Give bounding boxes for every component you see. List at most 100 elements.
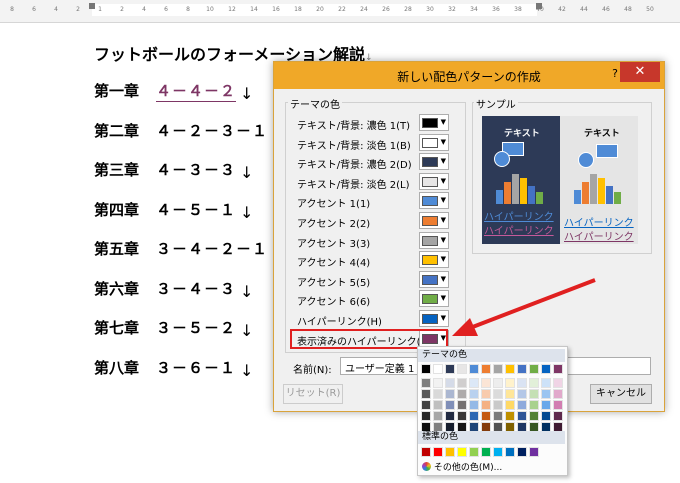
color-picker-button[interactable]: ▼ xyxy=(419,133,449,151)
theme-color-swatch[interactable] xyxy=(541,364,551,374)
theme-color-row: アクセント 5(5) ▼ xyxy=(297,270,449,289)
more-colors-item[interactable]: その他の色(M)... xyxy=(422,460,502,473)
theme-color-swatch[interactable] xyxy=(505,389,515,399)
theme-color-swatch[interactable] xyxy=(481,378,491,388)
ruler-tick: 4 xyxy=(54,6,58,13)
standard-color-swatch[interactable] xyxy=(505,447,515,457)
theme-color-swatch[interactable] xyxy=(457,400,467,410)
theme-color-swatch[interactable] xyxy=(493,400,503,410)
cancel-button[interactable]: キャンセル xyxy=(590,384,652,404)
theme-color-swatch[interactable] xyxy=(529,364,539,374)
theme-color-swatch[interactable] xyxy=(541,411,551,421)
theme-color-swatch[interactable] xyxy=(421,411,431,421)
theme-color-swatch[interactable] xyxy=(469,364,479,374)
color-picker-button[interactable]: ▼ xyxy=(419,153,449,171)
ruler-tick: 10 xyxy=(206,6,214,13)
theme-color-swatch[interactable] xyxy=(553,400,563,410)
standard-color-swatch[interactable] xyxy=(481,447,491,457)
theme-color-swatch[interactable] xyxy=(445,364,455,374)
theme-color-swatch[interactable] xyxy=(529,411,539,421)
theme-color-swatch[interactable] xyxy=(469,411,479,421)
theme-color-swatch[interactable] xyxy=(493,378,503,388)
theme-color-swatch[interactable] xyxy=(505,400,515,410)
color-swatch xyxy=(422,255,438,266)
theme-color-swatch[interactable] xyxy=(517,389,527,399)
color-picker-button[interactable]: ▼ xyxy=(419,192,449,210)
theme-color-swatch[interactable] xyxy=(433,400,443,410)
theme-color-swatch[interactable] xyxy=(517,378,527,388)
standard-color-swatch[interactable] xyxy=(469,447,479,457)
theme-color-swatch[interactable] xyxy=(433,389,443,399)
theme-color-swatch[interactable] xyxy=(433,364,443,374)
theme-color-label: テキスト/背景: 濃色 2(D) xyxy=(297,160,412,172)
color-swatch xyxy=(422,216,438,226)
theme-color-swatch[interactable] xyxy=(541,400,551,410)
theme-color-swatch[interactable] xyxy=(445,378,455,388)
ruler-tick: 8 xyxy=(186,6,190,13)
theme-color-swatch[interactable] xyxy=(553,378,563,388)
theme-color-swatch[interactable] xyxy=(421,389,431,399)
name-input[interactable]: ユーザー定義 1 xyxy=(340,357,420,375)
chapter-label: 第四章 xyxy=(94,200,140,219)
standard-color-swatch[interactable] xyxy=(445,447,455,457)
theme-color-swatch[interactable] xyxy=(457,364,467,374)
theme-color-swatch[interactable] xyxy=(481,400,491,410)
theme-color-swatch[interactable] xyxy=(421,400,431,410)
theme-color-swatch[interactable] xyxy=(517,411,527,421)
theme-color-swatch[interactable] xyxy=(481,364,491,374)
color-picker-button[interactable]: ▼ xyxy=(419,212,449,229)
theme-color-swatch[interactable] xyxy=(469,400,479,410)
theme-color-swatch[interactable] xyxy=(529,400,539,410)
help-button[interactable]: ? xyxy=(612,67,618,80)
theme-color-swatch[interactable] xyxy=(517,364,527,374)
theme-color-swatch[interactable] xyxy=(445,389,455,399)
sample-light-visited: ハイパーリンク xyxy=(564,232,634,243)
theme-color-swatch[interactable] xyxy=(517,400,527,410)
close-button[interactable]: ✕ xyxy=(620,62,660,82)
dialog-titlebar[interactable]: 新しい配色パターンの作成 ? ✕ xyxy=(274,62,664,89)
theme-color-swatch[interactable] xyxy=(457,411,467,421)
theme-color-swatch[interactable] xyxy=(433,411,443,421)
first-line-indent-marker[interactable] xyxy=(89,3,95,9)
theme-color-swatch[interactable] xyxy=(493,364,503,374)
theme-color-swatch[interactable] xyxy=(505,364,515,374)
right-indent-marker[interactable] xyxy=(536,3,542,9)
color-picker-button[interactable]: ▼ xyxy=(419,172,449,190)
theme-color-swatch[interactable] xyxy=(553,411,563,421)
theme-color-swatch[interactable] xyxy=(457,389,467,399)
theme-color-swatch[interactable] xyxy=(505,411,515,421)
theme-colors-heading: テーマの色 xyxy=(418,349,565,362)
theme-color-swatch[interactable] xyxy=(421,378,431,388)
theme-color-swatch[interactable] xyxy=(469,378,479,388)
standard-color-swatch[interactable] xyxy=(421,447,431,457)
theme-color-swatch[interactable] xyxy=(553,364,563,374)
theme-color-swatch[interactable] xyxy=(541,389,551,399)
name-input-right[interactable] xyxy=(567,357,651,375)
color-picker-button[interactable]: ▼ xyxy=(419,251,449,269)
theme-color-swatch[interactable] xyxy=(553,389,563,399)
color-picker-button[interactable]: ▼ xyxy=(419,231,449,249)
standard-color-swatch[interactable] xyxy=(493,447,503,457)
standard-color-swatch[interactable] xyxy=(529,447,539,457)
theme-color-swatch[interactable] xyxy=(457,378,467,388)
theme-color-swatch[interactable] xyxy=(493,389,503,399)
theme-color-swatch[interactable] xyxy=(445,411,455,421)
theme-color-swatch[interactable] xyxy=(433,378,443,388)
theme-color-swatch[interactable] xyxy=(541,378,551,388)
standard-color-swatch[interactable] xyxy=(517,447,527,457)
standard-color-swatch[interactable] xyxy=(457,447,467,457)
reset-button[interactable]: リセット(R) xyxy=(283,384,343,404)
theme-color-swatch[interactable] xyxy=(421,364,431,374)
horizontal-ruler[interactable]: 8 6 4 2 1 2 4 6 8 10 12 14 16 18 20 22 24 26 28 30 32 34 36 38 4… xyxy=(0,0,680,23)
standard-color-swatch[interactable] xyxy=(433,447,443,457)
theme-color-swatch[interactable] xyxy=(481,389,491,399)
theme-color-swatch[interactable] xyxy=(469,389,479,399)
chevron-down-icon: ▼ xyxy=(440,118,446,126)
theme-color-swatch[interactable] xyxy=(445,400,455,410)
theme-color-swatch[interactable] xyxy=(481,411,491,421)
theme-color-swatch[interactable] xyxy=(505,378,515,388)
theme-color-swatch[interactable] xyxy=(529,378,539,388)
color-picker-button[interactable]: ▼ xyxy=(419,114,449,131)
theme-color-swatch[interactable] xyxy=(529,389,539,399)
theme-color-swatch[interactable] xyxy=(493,411,503,421)
